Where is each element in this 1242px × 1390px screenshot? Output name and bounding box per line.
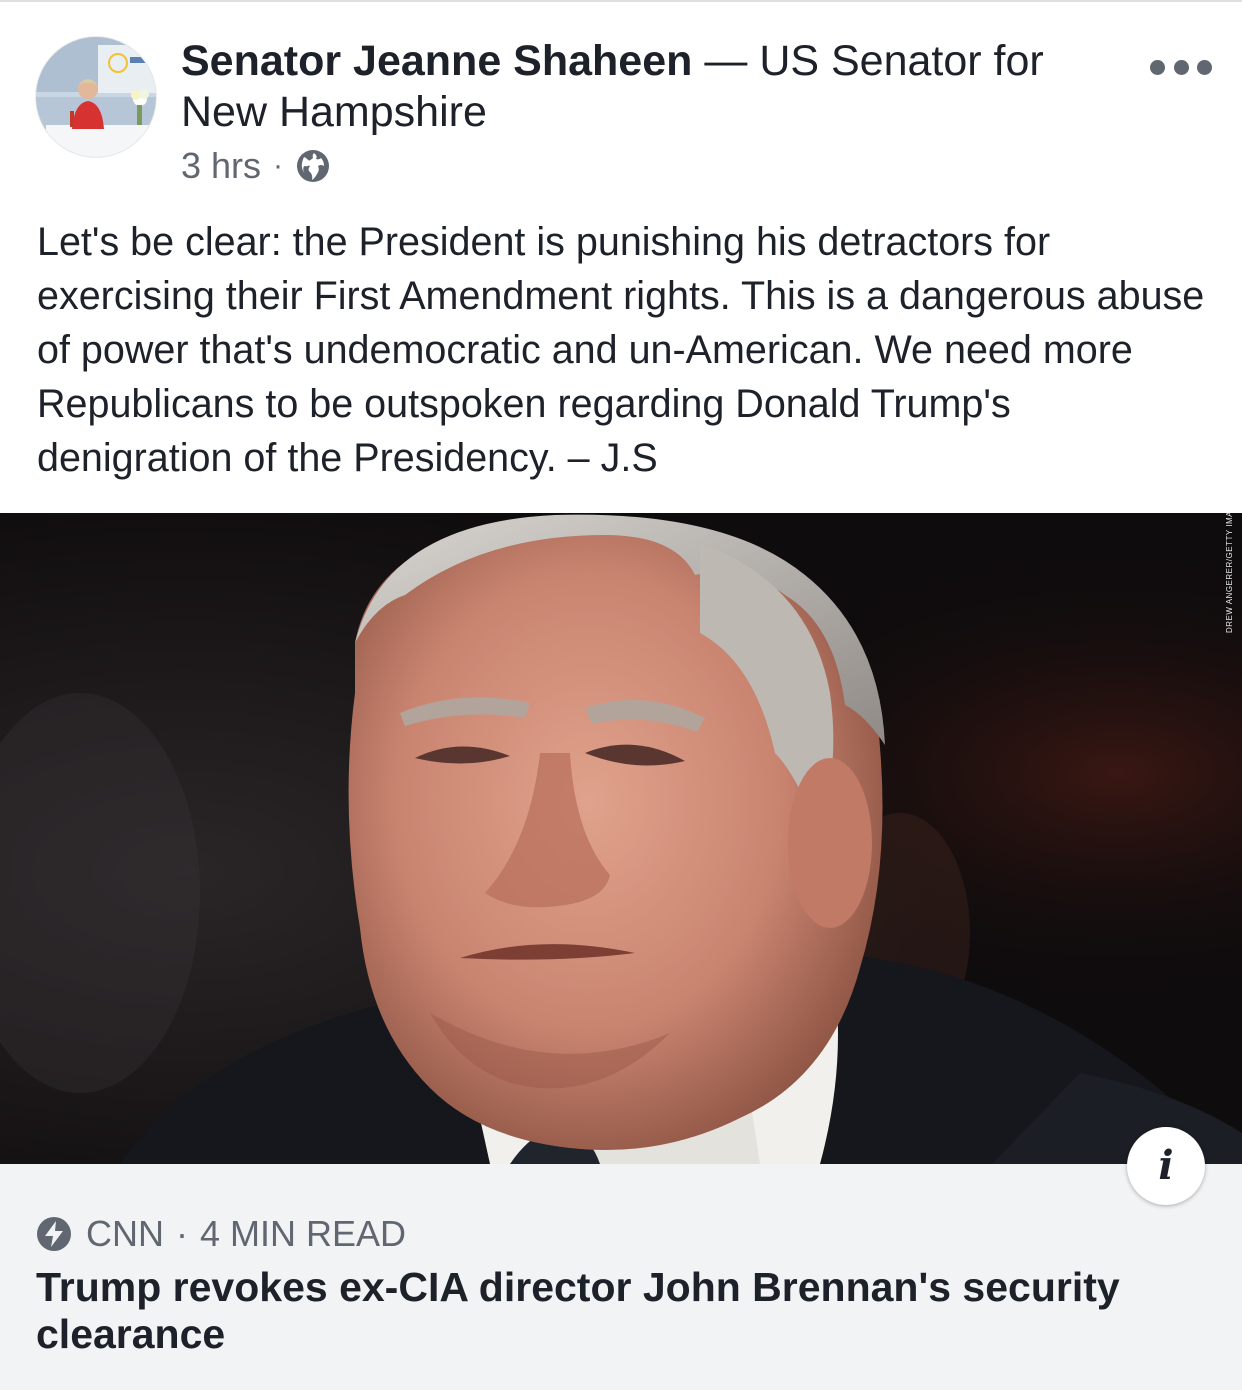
- more-dot: [1197, 59, 1212, 75]
- read-time: 4 MIN READ: [200, 1213, 407, 1254]
- author-name[interactable]: Senator Jeanne Shaheen: [181, 37, 692, 85]
- info-icon: i: [1158, 1142, 1174, 1189]
- link-source-line: CNN · 4 MIN READ: [36, 1214, 406, 1254]
- avatar-photo: [36, 37, 156, 157]
- instant-article-bolt-icon: [37, 1217, 71, 1251]
- post-meta: 3 hrs ·: [181, 144, 1081, 188]
- link-preview-card[interactable]: DREW ANGERER/GETTY IMAG CNN · 4 MIN READ…: [0, 513, 1242, 1390]
- top-divider: [0, 0, 1242, 2]
- info-button[interactable]: i: [1127, 1127, 1205, 1205]
- source-separator: ·: [176, 1213, 188, 1254]
- link-footer[interactable]: CNN · 4 MIN READ Trump revokes ex-CIA di…: [0, 1164, 1242, 1390]
- link-image[interactable]: DREW ANGERER/GETTY IMAG: [0, 513, 1242, 1164]
- author-line: Senator Jeanne Shaheen — US Senator for …: [181, 36, 1081, 138]
- meta-separator: ·: [273, 149, 284, 182]
- post-header: Senator Jeanne Shaheen — US Senator for …: [181, 36, 1081, 188]
- more-dot: [1150, 59, 1165, 75]
- photo-credit: DREW ANGERER/GETTY IMAG: [1225, 513, 1234, 633]
- article-photo: [0, 513, 1242, 1164]
- author-separator: —: [704, 37, 748, 85]
- more-options-icon[interactable]: [1150, 50, 1212, 84]
- link-headline[interactable]: Trump revokes ex-CIA director John Brenn…: [36, 1264, 1196, 1358]
- author-avatar[interactable]: [36, 37, 156, 157]
- post-timestamp[interactable]: 3 hrs: [181, 144, 261, 188]
- post-body: Let's be clear: the President is punishi…: [37, 220, 1205, 480]
- link-source: CNN: [86, 1213, 164, 1254]
- more-dot: [1173, 59, 1189, 75]
- globe-icon: [297, 150, 330, 182]
